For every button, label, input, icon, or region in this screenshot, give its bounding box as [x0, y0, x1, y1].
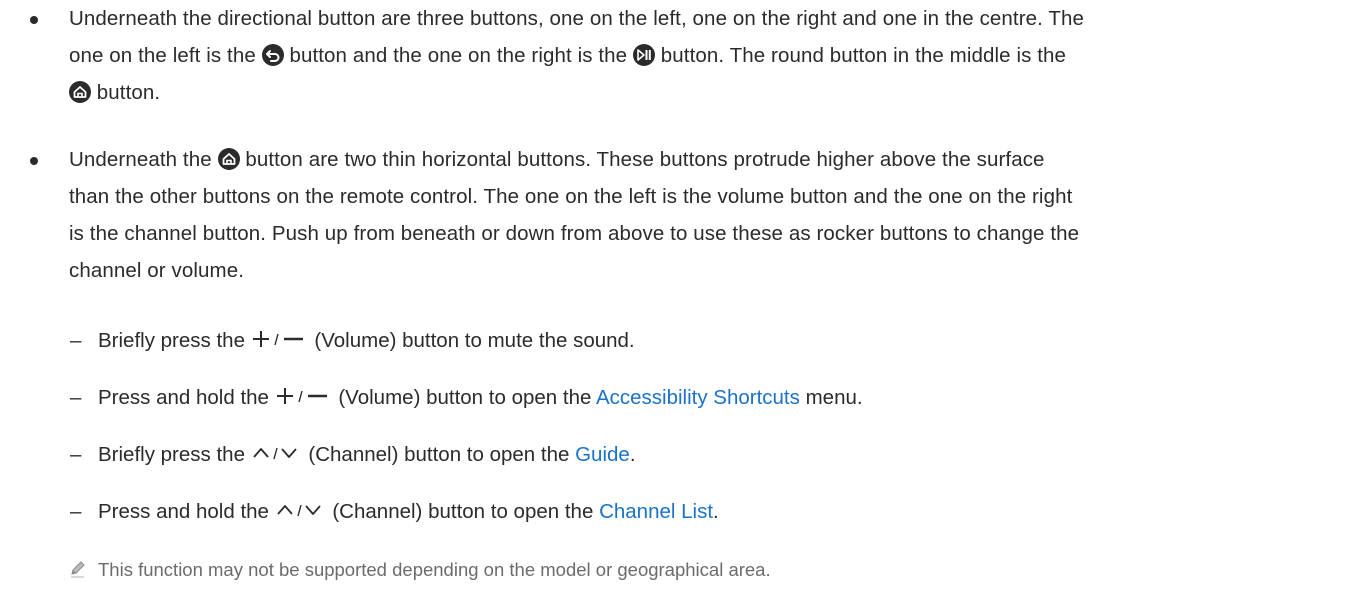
pencil-icon	[68, 559, 88, 586]
play-pause-icon	[632, 44, 655, 66]
bullet-line: one on the left is the button and the on…	[69, 44, 1067, 67]
dash-marker: –	[70, 386, 82, 409]
bullet-dot	[30, 16, 38, 24]
home-icon	[217, 148, 240, 170]
bullet-line: Underneath the button are two thin horiz…	[69, 148, 1045, 171]
bullet-line: channel or volume.	[69, 259, 245, 282]
dash-marker: –	[70, 500, 82, 523]
dash-marker: –	[70, 443, 82, 466]
note-text: This function may not be supported depen…	[98, 559, 771, 580]
channel-list-link[interactable]: Channel List	[599, 500, 713, 523]
home-icon	[69, 81, 91, 103]
back-icon	[261, 44, 284, 66]
guide-link[interactable]: Guide	[575, 443, 630, 466]
channel-up-down-icon	[275, 499, 327, 530]
manual-page: Underneath the directional button are th…	[0, 0, 1356, 615]
volume-plus-minus-icon	[275, 385, 333, 416]
dash-marker: –	[70, 329, 82, 352]
bullet-line: Underneath the directional button are th…	[69, 7, 1084, 30]
bullet-dot	[30, 157, 38, 165]
channel-up-down-icon	[251, 442, 303, 473]
volume-plus-minus-icon	[251, 328, 309, 359]
bullet-line: is the channel button. Push up from bene…	[69, 222, 1080, 245]
accessibility-shortcuts-link[interactable]: Accessibility Shortcuts	[596, 386, 800, 409]
bullet-line: button.	[69, 74, 160, 111]
bullet-line: than the other buttons on the remote con…	[69, 185, 1073, 208]
